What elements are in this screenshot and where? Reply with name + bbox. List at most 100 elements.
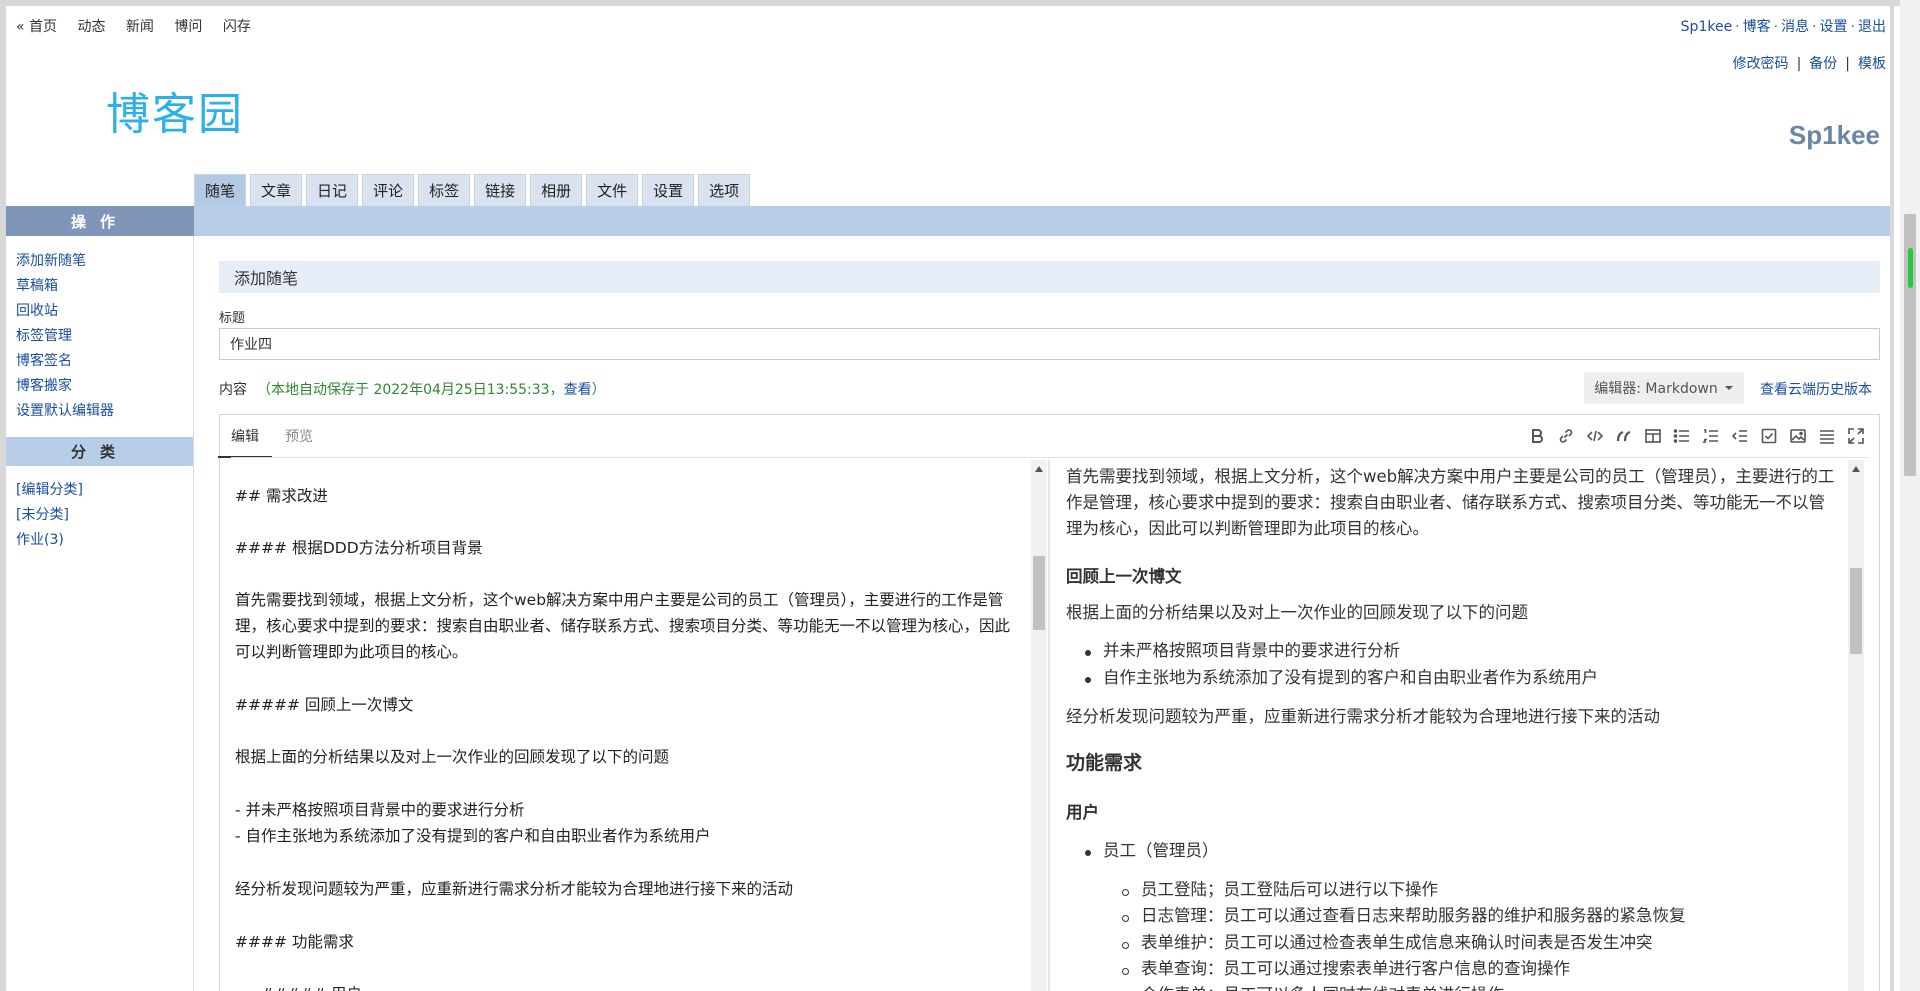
- tab-options[interactable]: 选项: [698, 174, 751, 206]
- divider: [231, 457, 1867, 458]
- user-link[interactable]: Sp1kee: [1681, 19, 1733, 35]
- list-item: 博客签名: [16, 349, 114, 374]
- md-line: ##### 回顾上一次博文: [235, 696, 414, 714]
- tab-bar-strip: [194, 206, 1890, 236]
- preview-paragraph: 首先需要找到领域，根据上文分析，这个web解决方案中用户主要是公司的员工（管理员…: [1066, 467, 1835, 538]
- sidebar-item-add-post[interactable]: 添加新随笔: [16, 253, 86, 269]
- pane-divider: [1048, 460, 1050, 991]
- preview-scrollbar[interactable]: [1848, 460, 1864, 991]
- top-nav: « 首页 动态 新闻 博问 闪存: [16, 16, 267, 36]
- list-item: 设置默认编辑器: [16, 399, 114, 424]
- sidebar-item-tag-manage[interactable]: 标签管理: [16, 328, 72, 344]
- window-right-border: [1890, 0, 1894, 991]
- align-icon[interactable]: [1817, 426, 1837, 446]
- image-icon[interactable]: [1788, 426, 1808, 446]
- tab-settings[interactable]: 设置: [642, 174, 695, 206]
- autosave-text: （本地自动保存于 2022年04月25日13:55:33，: [257, 382, 564, 398]
- preview-list-item: 表单查询：员工可以通过搜索表单进行客户信息的查询操作: [1141, 959, 1570, 978]
- sidebar-item-drafts[interactable]: 草稿箱: [16, 278, 58, 294]
- preview-heading: 用户: [1066, 803, 1099, 822]
- blog-link[interactable]: 博客: [1743, 19, 1771, 35]
- sidebar-divider: [193, 236, 194, 991]
- separator: ·: [1812, 19, 1817, 35]
- sidebar-item-uncategorized[interactable]: [未分类]: [16, 507, 69, 523]
- sidebar-item-signature[interactable]: 博客签名: [16, 353, 72, 369]
- source-scrollbar-thumb[interactable]: [1033, 556, 1045, 630]
- sidebar-item-edit-category[interactable]: [编辑分类]: [16, 482, 83, 498]
- preview-paragraph: 根据上面的分析结果以及对上一次作业的回顾发现了以下的问题: [1066, 603, 1528, 622]
- sidebar-item-default-editor[interactable]: 设置默认编辑器: [16, 403, 114, 419]
- fullscreen-icon[interactable]: [1846, 426, 1866, 446]
- bullet-icon: [1085, 650, 1091, 656]
- sidebar-ops-list: 添加新随笔 草稿箱 回收站 标签管理 博客签名 博客搬家 设置默认编辑器: [16, 249, 114, 424]
- title-input[interactable]: [219, 328, 1880, 360]
- nav-flash[interactable]: 闪存: [223, 19, 251, 35]
- nav-dynamics[interactable]: 动态: [77, 19, 105, 35]
- template-link[interactable]: 模板: [1858, 56, 1886, 72]
- unordered-list-icon[interactable]: [1672, 426, 1692, 446]
- tab-edit[interactable]: 编辑: [218, 426, 272, 458]
- md-line: - 并未严格按照项目背景中的要求进行分析: [235, 801, 525, 819]
- settings-link[interactable]: 设置: [1820, 19, 1848, 35]
- separator: ·: [1773, 19, 1779, 35]
- autosave-status: （本地自动保存于 2022年04月25日13:55:33，查看）: [257, 382, 606, 398]
- editor-select-label: 编辑器: Markdown: [1594, 381, 1718, 397]
- editor-toolbar: [1518, 426, 1866, 446]
- tab-comments[interactable]: 评论: [362, 174, 415, 206]
- scroll-indicator: [1908, 248, 1913, 288]
- scroll-up-icon[interactable]: [1852, 466, 1860, 472]
- sidebar-ops-title: 操作: [6, 206, 194, 236]
- md-line: ##### 用户: [261, 981, 362, 991]
- preview-list-item: 并未严格按照项目背景中的要求进行分析: [1103, 641, 1400, 660]
- tab-preview[interactable]: 预览: [285, 426, 313, 458]
- bullet-icon: [1085, 850, 1091, 856]
- nav-questions[interactable]: 博问: [174, 19, 202, 35]
- markdown-source-pane[interactable]: ## 需求改进 #### 根据DDD方法分析项目背景 首先需要找到领域，根据上文…: [226, 460, 1031, 991]
- ordered-list-icon[interactable]: [1701, 426, 1721, 446]
- list-item: 标签管理: [16, 324, 114, 349]
- page-scrollbar[interactable]: [1900, 0, 1920, 991]
- tab-albums[interactable]: 相册: [530, 174, 583, 206]
- link-icon[interactable]: [1556, 426, 1576, 446]
- tab-articles[interactable]: 文章: [250, 174, 303, 206]
- source-scrollbar[interactable]: [1031, 460, 1047, 991]
- backup-link[interactable]: 备份: [1809, 56, 1837, 72]
- preview-list-item: 员工（管理员）: [1103, 841, 1219, 860]
- logout-link[interactable]: 退出: [1858, 19, 1886, 35]
- task-list-icon[interactable]: [1759, 426, 1779, 446]
- md-line: #### 功能需求: [235, 933, 354, 951]
- messages-link[interactable]: 消息: [1781, 19, 1809, 35]
- change-password-link[interactable]: 修改密码: [1733, 56, 1789, 72]
- tab-diary[interactable]: 日记: [306, 174, 359, 206]
- sidebar-item-homework[interactable]: 作业(3): [16, 532, 64, 548]
- blog-name[interactable]: Sp1kee: [1789, 120, 1880, 151]
- tab-links[interactable]: 链接: [474, 174, 527, 206]
- list-item: [编辑分类]: [16, 478, 83, 503]
- sidebar-item-migrate[interactable]: 博客搬家: [16, 378, 72, 394]
- editor-select-dropdown[interactable]: 编辑器: Markdown: [1584, 372, 1744, 404]
- quote-icon[interactable]: [1614, 426, 1634, 446]
- autosave-view-link[interactable]: 查看: [564, 382, 592, 398]
- site-logo[interactable]: 博客园: [106, 78, 244, 142]
- tab-tags[interactable]: 标签: [418, 174, 471, 206]
- autosave-suffix: ）: [591, 382, 606, 398]
- admin-tabs: 随笔 文章 日记 评论 标签 链接 相册 文件 设置 选项: [194, 174, 754, 206]
- tab-files[interactable]: 文件: [586, 174, 639, 206]
- preview-list-item: 合作表单：员工可以多人同时在线对表单进行操作: [1141, 982, 1504, 991]
- outdent-icon[interactable]: [1730, 426, 1750, 446]
- bold-icon[interactable]: [1527, 426, 1547, 446]
- nav-home[interactable]: « 首页: [16, 19, 57, 35]
- table-icon[interactable]: [1643, 426, 1663, 446]
- md-line: - 自作主张地为系统添加了没有提到的客户和自由职业者作为系统用户: [235, 827, 711, 845]
- scroll-up-icon[interactable]: [1035, 466, 1043, 472]
- preview-scrollbar-thumb[interactable]: [1850, 568, 1862, 654]
- tab-posts[interactable]: 随笔: [194, 174, 247, 206]
- window-top-border: [0, 0, 1920, 6]
- sidebar-item-recycle-bin[interactable]: 回收站: [16, 303, 58, 319]
- sidebar-category-title: 分类: [6, 437, 194, 466]
- code-icon[interactable]: [1585, 426, 1605, 446]
- cloud-history-link[interactable]: 查看云端历史版本: [1760, 379, 1872, 399]
- list-item: 草稿箱: [16, 274, 114, 299]
- preview-list-item: 日志管理：员工可以通过查看日志来帮助服务器的维护和服务器的紧急恢复: [1141, 906, 1686, 925]
- nav-news[interactable]: 新闻: [126, 19, 154, 35]
